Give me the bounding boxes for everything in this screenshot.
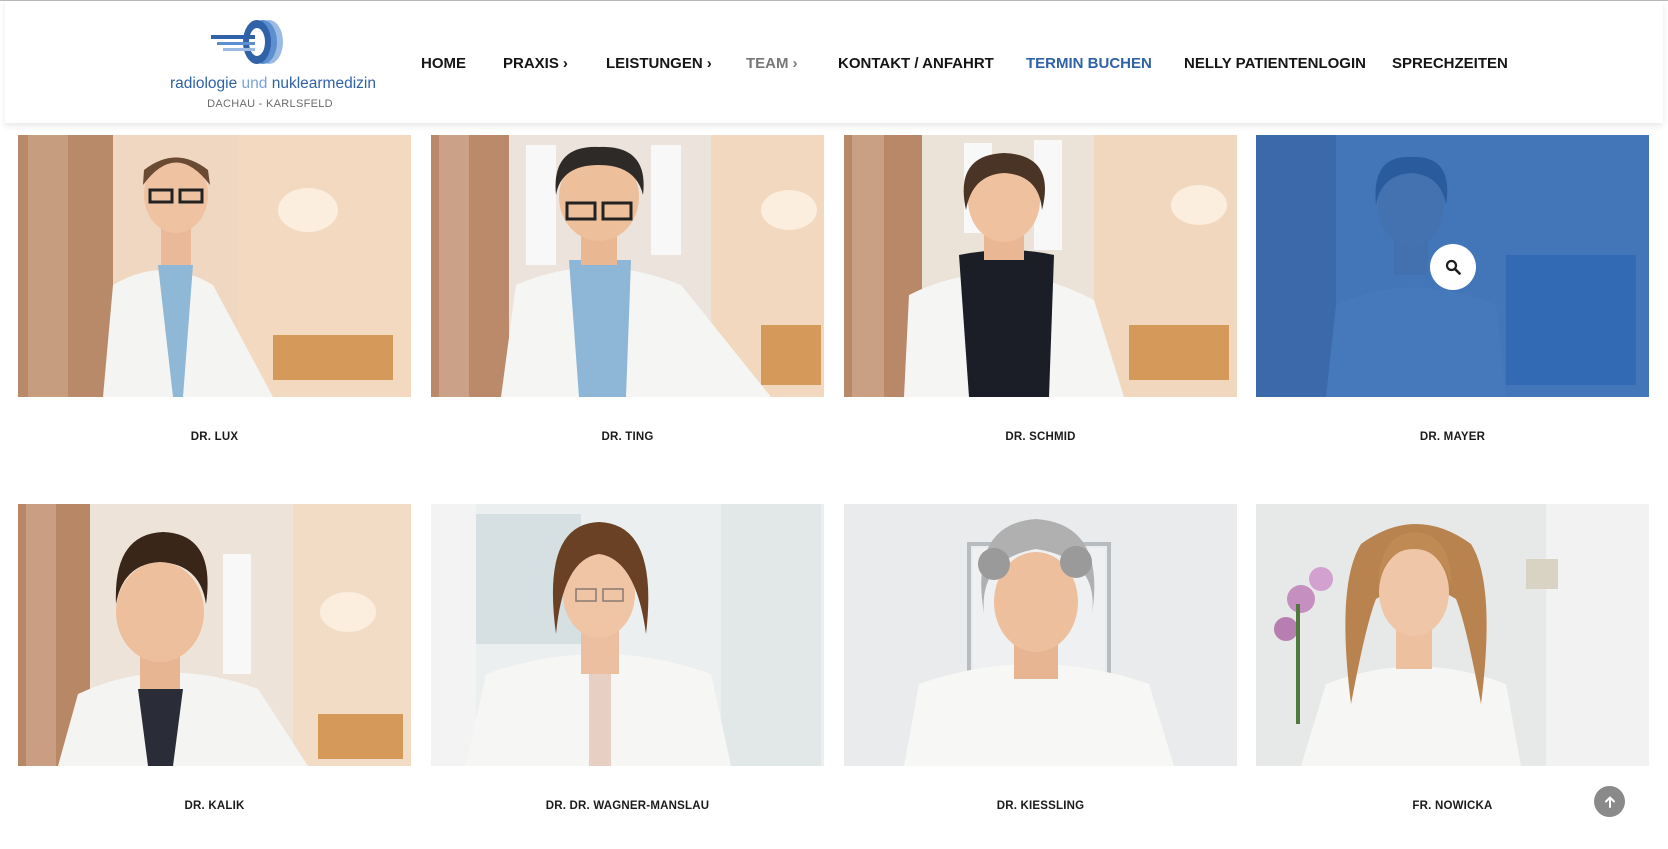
team-card-wagner-manslau[interactable]	[431, 504, 824, 766]
team-photo	[18, 135, 411, 397]
team-name[interactable]: DR. KALIK	[18, 800, 411, 812]
zoom-button[interactable]	[1430, 244, 1476, 290]
logo-text: radiologie und nuklearmedizin	[170, 75, 376, 92]
chevron-right-icon: ›	[562, 54, 568, 72]
team-name[interactable]: FR. NOWICKA	[1256, 800, 1649, 812]
scroll-to-top-button[interactable]	[1594, 786, 1625, 817]
nav-item-termin-buchen[interactable]: TERMIN BUCHEN	[1026, 53, 1152, 73]
team-card-lux[interactable]	[18, 135, 411, 397]
chevron-right-icon: ›	[792, 54, 798, 72]
team-photo	[431, 135, 824, 397]
team-card-mayer[interactable]	[1256, 135, 1649, 397]
team-photo	[844, 135, 1237, 397]
team-name[interactable]: DR. LUX	[18, 431, 411, 443]
nav-label: TERMIN BUCHEN	[1026, 54, 1152, 72]
nav-label: LEISTUNGEN	[606, 54, 703, 72]
nav-item-kontakt[interactable]: KONTAKT / ANFAHRT	[838, 53, 994, 73]
team-photo	[1256, 504, 1649, 766]
team-name[interactable]: DR. MAYER	[1256, 431, 1649, 443]
team-card-ting[interactable]	[431, 135, 824, 397]
team-card-nowicka[interactable]	[1256, 504, 1649, 766]
nav-label: TEAM	[746, 54, 789, 72]
nav-item-praxis[interactable]: PRAXIS ›	[503, 53, 568, 73]
team-name[interactable]: DR. TING	[431, 431, 824, 443]
nav-label: PRAXIS	[503, 54, 559, 72]
team-photo	[844, 504, 1237, 766]
logo-subtitle: DACHAU - KARLSFELD	[207, 98, 333, 110]
arrow-up-icon	[1604, 796, 1615, 808]
team-card-kalik[interactable]	[18, 504, 411, 766]
nav-item-sprechzeiten[interactable]: SPRECHZEITEN	[1392, 53, 1508, 73]
nav-label: KONTAKT / ANFAHRT	[838, 54, 994, 72]
nav-item-home[interactable]: HOME	[421, 53, 466, 73]
team-card-kiessling[interactable]	[844, 504, 1237, 766]
nav-item-leistungen[interactable]: LEISTUNGEN ›	[606, 53, 712, 73]
site-logo[interactable]: radiologie und nuklearmedizin DACHAU - K…	[166, 18, 376, 114]
scanner-rings-logo-icon	[211, 20, 283, 64]
nav-item-nelly-patientenlogin[interactable]: NELLY PATIENTENLOGIN	[1184, 53, 1366, 73]
nav-item-team[interactable]: TEAM ›	[746, 53, 798, 73]
team-name[interactable]: DR. SCHMID	[844, 431, 1237, 443]
site-header: radiologie und nuklearmedizin DACHAU - K…	[5, 1, 1663, 123]
team-card-schmid[interactable]	[844, 135, 1237, 397]
team-photo	[431, 504, 824, 766]
nav-label: NELLY PATIENTENLOGIN	[1184, 54, 1366, 72]
chevron-right-icon: ›	[706, 54, 712, 72]
nav-label: HOME	[421, 54, 466, 72]
team-name[interactable]: DR. KIESSLING	[844, 800, 1237, 812]
team-name[interactable]: DR. DR. WAGNER-MANSLAU	[431, 800, 824, 812]
team-photo	[18, 504, 411, 766]
nav-label: SPRECHZEITEN	[1392, 54, 1508, 72]
search-icon	[1445, 259, 1461, 275]
